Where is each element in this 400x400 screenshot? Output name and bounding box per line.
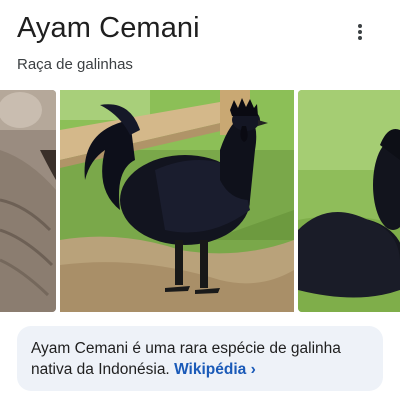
entity-subtitle: Raça de galinhas — [17, 56, 133, 73]
image-3[interactable] — [298, 90, 400, 312]
wikipedia-link-label: Wikipédia — [174, 361, 247, 378]
entity-title: Ayam Cemani — [17, 12, 200, 44]
chevron-right-icon: › — [250, 361, 256, 378]
image-carousel[interactable] — [0, 90, 400, 312]
more-vert-icon — [358, 24, 362, 40]
more-options-button[interactable] — [348, 18, 372, 46]
description-box: Ayam Cemani é uma rara espécie de galinh… — [17, 326, 383, 391]
image-2[interactable] — [60, 90, 294, 312]
wikipedia-link[interactable]: Wikipédia › — [174, 361, 256, 378]
image-1[interactable] — [0, 90, 56, 312]
knowledge-panel: Ayam Cemani Raça de galinhas Ayam Cemani… — [0, 0, 400, 400]
